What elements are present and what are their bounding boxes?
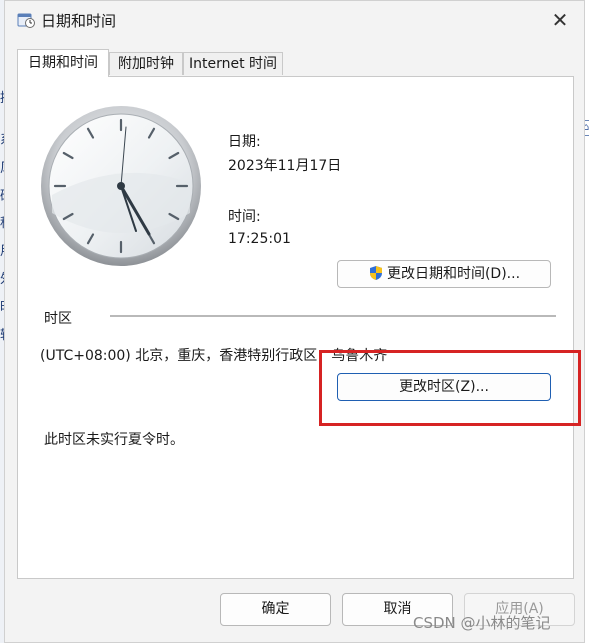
date-label: 日期: <box>228 134 261 150</box>
title-bar[interactable]: 日期和时间 ✕ <box>5 1 584 39</box>
tab-panel-date-time: 日期: 2023年11月17日 时间: 17:25:01 更改日期和时间(D).… <box>17 76 574 579</box>
date-value: 2023年11月17日 <box>228 158 342 174</box>
watermark-text: CSDN @小林的笔记 <box>413 614 551 632</box>
calendar-clock-icon <box>17 13 35 28</box>
window-title: 日期和时间 <box>41 12 117 30</box>
change-date-time-button[interactable]: 更改日期和时间(D)... <box>337 260 551 288</box>
time-label: 时间: <box>228 209 261 225</box>
ok-button[interactable]: 确定 <box>220 593 331 626</box>
uac-shield-icon <box>369 266 382 280</box>
analog-clock-icon <box>41 106 201 266</box>
close-button[interactable]: ✕ <box>546 7 574 33</box>
tab-date-time[interactable]: 日期和时间 <box>17 49 109 77</box>
annotation-highlight-box <box>319 350 581 426</box>
timezone-divider <box>110 315 556 317</box>
time-value: 17:25:01 <box>228 231 291 247</box>
dst-note: 此时区未实行夏令时。 <box>44 432 184 448</box>
tab-additional-clocks[interactable]: 附加时钟 <box>109 52 183 75</box>
close-icon: ✕ <box>551 8 569 32</box>
tab-internet-time[interactable]: Internet 时间 <box>183 52 283 75</box>
change-date-time-label: 更改日期和时间(D)... <box>386 266 521 282</box>
date-time-dialog: 日期和时间 ✕ 日期和时间 附加时钟 Internet 时间 日期: 2023年… <box>4 0 585 643</box>
timezone-section-label: 时区 <box>44 311 72 327</box>
